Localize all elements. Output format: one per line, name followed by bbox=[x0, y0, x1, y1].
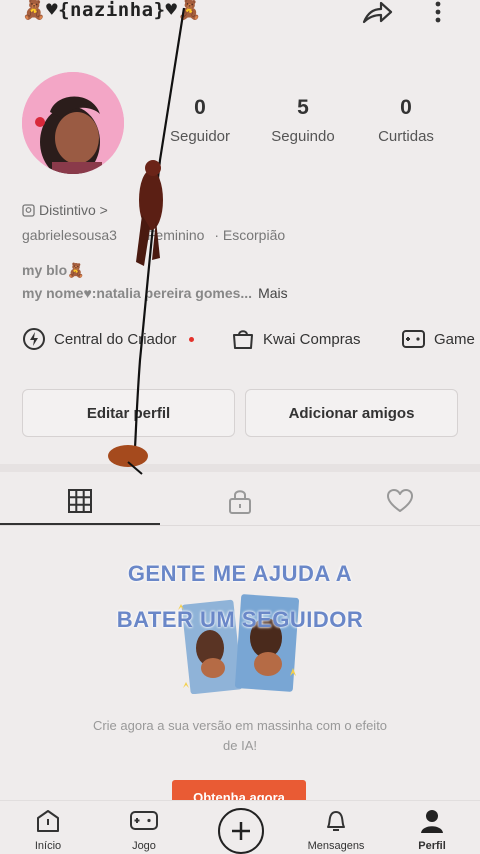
creator-center-link[interactable]: Central do Criador bbox=[22, 327, 194, 351]
nav-messages[interactable]: Mensagens bbox=[296, 808, 376, 852]
create-post-button[interactable] bbox=[218, 808, 264, 854]
edit-profile-button[interactable]: Editar perfil bbox=[22, 389, 235, 437]
kwai-shopping-label: Kwai Compras bbox=[263, 330, 361, 348]
creator-center-label: Central do Criador bbox=[54, 330, 177, 348]
following-count: 5 bbox=[297, 96, 309, 119]
lock-icon bbox=[229, 490, 251, 514]
nav-messages-label: Mensagens bbox=[307, 840, 365, 852]
gamepad-icon bbox=[130, 811, 158, 830]
bio-more-link[interactable]: Mais bbox=[258, 285, 288, 301]
avatar[interactable] bbox=[22, 72, 124, 174]
promo-image[interactable] bbox=[178, 588, 306, 694]
promo-description: Crie agora a sua versão em massinha com … bbox=[92, 718, 388, 753]
add-friends-button[interactable]: Adicionar amigos bbox=[245, 389, 458, 437]
likes-label: Curtidas bbox=[378, 128, 434, 145]
nav-game[interactable]: Jogo bbox=[104, 808, 184, 852]
likes-stat[interactable]: 0 Curtidas bbox=[361, 96, 451, 145]
zodiac-sign: · Escorpião bbox=[214, 227, 286, 243]
gender: Feminino bbox=[146, 227, 205, 243]
following-stat[interactable]: 5 Seguindo bbox=[258, 96, 348, 145]
badge-link[interactable]: Distintivo > bbox=[22, 202, 108, 218]
badge-icon bbox=[22, 203, 35, 217]
shopping-bag-icon bbox=[233, 330, 253, 349]
tab-liked[interactable] bbox=[320, 488, 480, 518]
heart-icon bbox=[387, 489, 413, 512]
lightning-icon bbox=[23, 328, 45, 350]
bell-icon bbox=[327, 811, 345, 831]
nav-profile-label: Perfil bbox=[418, 840, 446, 852]
kwai-shopping-link[interactable]: Kwai Compras bbox=[231, 327, 361, 351]
user-id: gabrielesousa3 bbox=[22, 227, 117, 243]
likes-count: 0 bbox=[400, 96, 412, 119]
game-label: Game bbox=[434, 330, 475, 348]
profile-username: 🧸♥{nazinha}♥🧸 bbox=[22, 0, 202, 21]
following-label: Seguindo bbox=[271, 128, 335, 145]
followers-stat[interactable]: 0 Seguidor bbox=[155, 96, 245, 145]
tab-private[interactable] bbox=[160, 488, 320, 518]
tab-posts[interactable] bbox=[0, 488, 160, 518]
share-icon[interactable] bbox=[360, 0, 394, 26]
more-vertical-icon[interactable] bbox=[426, 0, 450, 26]
nav-game-label: Jogo bbox=[132, 840, 156, 852]
badge-label: Distintivo > bbox=[39, 202, 108, 218]
game-link[interactable]: Game bbox=[401, 327, 475, 351]
followers-count: 0 bbox=[194, 96, 206, 119]
profile-meta: gabrielesousa3 Feminino · Escorpião bbox=[22, 227, 291, 243]
home-icon bbox=[37, 810, 59, 832]
person-icon bbox=[421, 810, 443, 833]
notification-dot bbox=[188, 336, 194, 342]
followers-label: Seguidor bbox=[169, 128, 231, 145]
overlay-text-line-1: GENTE ME AJUDA A bbox=[127, 561, 353, 586]
bio-line-2: my nome♥:natalia pereira gomes... Mais bbox=[22, 285, 288, 301]
tab-border bbox=[0, 525, 480, 526]
overlay-text-line-2: BATER UM SEGUIDOR bbox=[116, 607, 364, 632]
plus-icon bbox=[232, 822, 250, 840]
nav-profile[interactable]: Perfil bbox=[392, 808, 472, 852]
nav-home-label: Início bbox=[34, 840, 62, 852]
section-divider bbox=[0, 464, 480, 472]
nav-home[interactable]: Início bbox=[8, 808, 88, 852]
bio-text: my nome♥:natalia pereira gomes... bbox=[22, 285, 253, 301]
bio-line-1: my blo🧸 bbox=[22, 262, 85, 278]
gamepad-icon bbox=[402, 330, 425, 348]
grid-icon bbox=[68, 489, 92, 513]
